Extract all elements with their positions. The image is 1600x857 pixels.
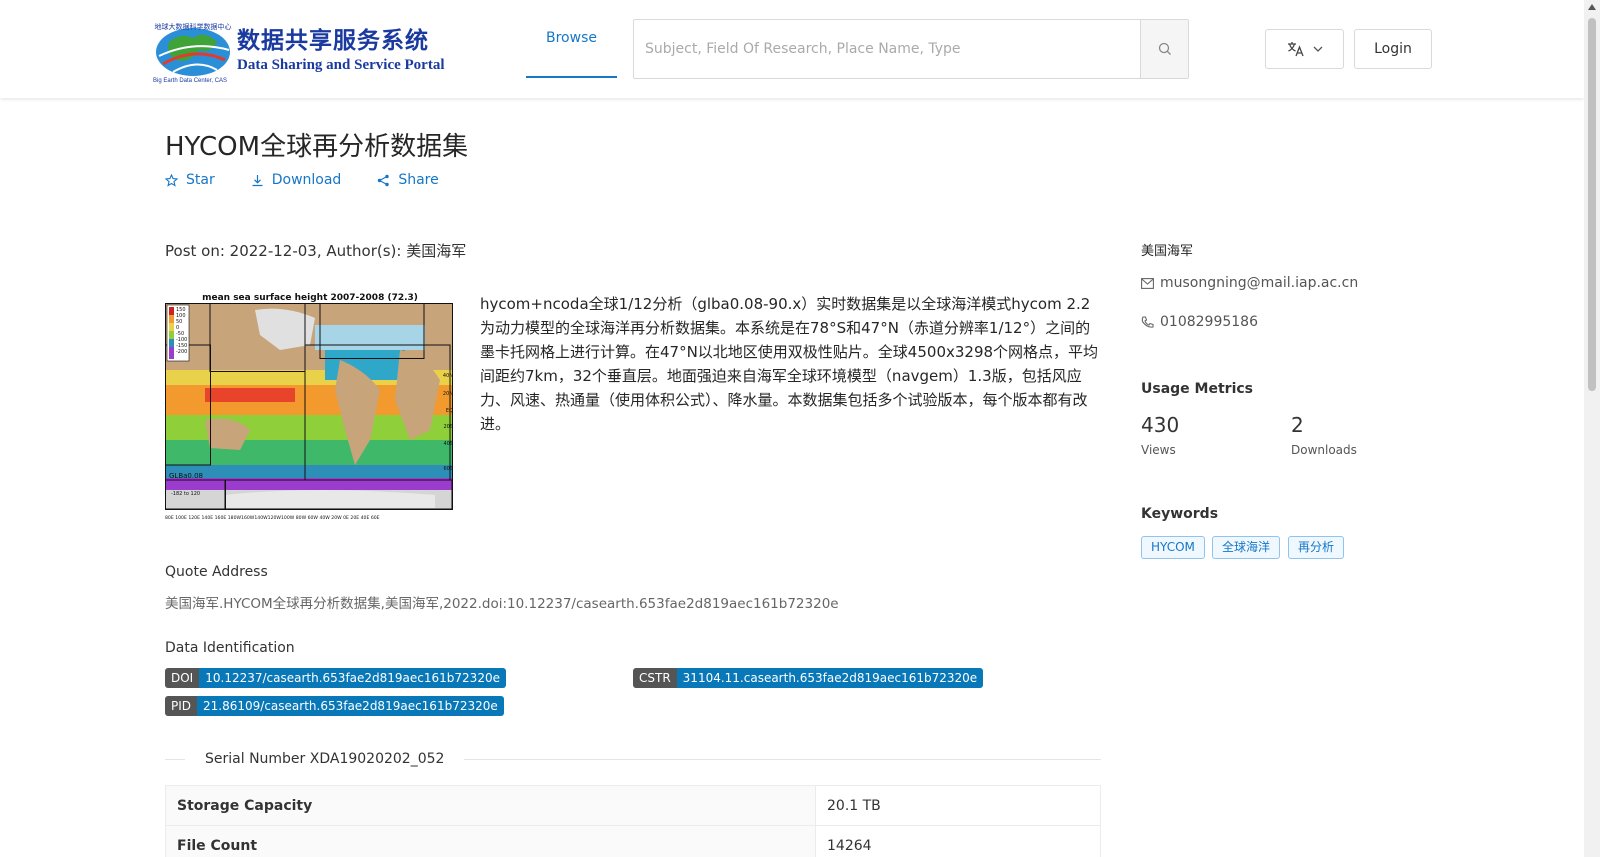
chevron-down-icon xyxy=(1313,46,1322,52)
dataset-actions: Star Download Share xyxy=(165,172,439,188)
serial-number: Serial Number XDA19020202_052 xyxy=(185,751,465,767)
top-header: 地球大数据科学数据中心 Big Earth Data Center, CAS 数… xyxy=(0,0,1584,98)
vertical-scrollbar[interactable] xyxy=(1584,0,1600,857)
nav-browse-tab[interactable]: Browse xyxy=(526,0,617,78)
phone-icon xyxy=(1141,315,1154,328)
globe-logo-icon: 地球大数据科学数据中心 Big Earth Data Center, CAS xyxy=(153,20,233,84)
doi-key: DOI xyxy=(165,668,200,688)
usage-metrics-heading: Usage Metrics xyxy=(1141,381,1253,397)
cstr-key: CSTR xyxy=(633,668,677,688)
share-button[interactable]: Share xyxy=(377,172,439,188)
search-bar xyxy=(633,19,1189,79)
map-lat-tick: 20S xyxy=(443,424,453,430)
map-lon-ticks: 80E 100E 120E 140E 160E 180W160W140W120W… xyxy=(165,515,380,521)
downloads-count: 2 xyxy=(1291,413,1304,437)
table-row: Storage Capacity 20.1 TB xyxy=(165,785,1101,826)
star-button[interactable]: Star xyxy=(165,172,215,188)
logo-small-caption: Big Earth Data Center, CAS xyxy=(153,78,228,84)
pid-key: PID xyxy=(165,696,198,716)
search-input[interactable] xyxy=(634,20,1140,78)
keywords-heading: Keywords xyxy=(1141,506,1219,522)
logo-title-en: Data Sharing and Service Portal xyxy=(237,57,445,73)
keyword-tag[interactable]: 再分析 xyxy=(1288,536,1345,559)
language-switcher[interactable] xyxy=(1265,29,1344,69)
identification-label: Data Identification xyxy=(165,640,295,656)
contact-name: 美国海军 xyxy=(1141,244,1194,259)
download-icon xyxy=(252,174,263,186)
map-legend-tick: -200 xyxy=(176,349,187,355)
dataset-title: HYCOM全球再分析数据集 xyxy=(165,132,469,162)
map-lat-tick: 60S xyxy=(443,466,453,472)
mail-icon xyxy=(1141,277,1154,289)
scroll-thumb[interactable] xyxy=(1588,18,1596,391)
quote-text: 美国海军.HYCOM全球再分析数据集,美国海军,2022.doi:10.1223… xyxy=(165,596,839,612)
email-text: musongning@mail.iap.ac.cn xyxy=(1160,275,1359,291)
phone-text: 01082995186 xyxy=(1160,314,1258,330)
search-icon xyxy=(1158,42,1171,55)
views-count: 430 xyxy=(1141,413,1180,437)
contact-email[interactable]: musongning@mail.iap.ac.cn xyxy=(1141,275,1358,291)
pid-value: 21.86109/casearth.653fae2d819aec161b7232… xyxy=(197,696,504,716)
keyword-tag[interactable]: 全球海洋 xyxy=(1212,536,1281,559)
download-button[interactable]: Download xyxy=(251,172,342,188)
pid-badge[interactable]: PID 21.86109/casearth.653fae2d819aec161b… xyxy=(165,696,504,716)
table-key: Storage Capacity xyxy=(165,785,816,826)
login-button[interactable]: Login xyxy=(1354,29,1432,69)
map-label: -182 to 120 xyxy=(171,491,200,497)
doi-value: 10.12237/casearth.653fae2d819aec161b7232… xyxy=(199,668,506,688)
share-icon xyxy=(378,174,390,186)
scroll-up-arrow-icon[interactable] xyxy=(1588,4,1596,10)
cstr-badge[interactable]: CSTR 31104.11.casearth.653fae2d819aec161… xyxy=(633,668,984,688)
table-value: 14264 xyxy=(815,825,1101,857)
dataset-info-table: Storage Capacity 20.1 TB File Count 1426… xyxy=(165,785,1101,857)
translate-icon xyxy=(1287,42,1304,57)
map-lat-tick: EQ xyxy=(446,408,453,414)
star-icon xyxy=(165,173,178,187)
download-label: Download xyxy=(271,172,342,188)
logo-title-cn: 数据共享服务系统 xyxy=(237,27,429,54)
views-label: Views xyxy=(1141,443,1176,457)
site-logo[interactable]: 地球大数据科学数据中心 Big Earth Data Center, CAS 数… xyxy=(153,20,445,84)
post-info: Post on: 2022-12-03, Author(s): 美国海军 xyxy=(165,242,467,260)
cstr-value: 31104.11.casearth.653fae2d819aec161b7232… xyxy=(676,668,984,688)
table-row: File Count 14264 xyxy=(165,825,1101,857)
map-lat-tick: 40S xyxy=(443,441,453,447)
table-key: File Count xyxy=(165,825,816,857)
map-title: mean sea surface height 2007-2008 (72.3) xyxy=(202,293,418,303)
keyword-tag[interactable]: HYCOM xyxy=(1141,536,1205,559)
map-lat-tick: 20N xyxy=(443,391,453,397)
downloads-label: Downloads xyxy=(1291,443,1357,457)
share-label: Share xyxy=(398,172,439,188)
doi-badge[interactable]: DOI 10.12237/casearth.653fae2d819aec161b… xyxy=(165,668,506,688)
dataset-preview-map: mean sea surface height 2007-2008 (72.3) xyxy=(165,290,456,522)
dataset-description: hycom+ncoda全球1/12分析（glba0.08-90.x）实时数据集是… xyxy=(480,295,1099,433)
contact-phone: 01082995186 xyxy=(1141,314,1258,330)
search-button[interactable] xyxy=(1140,20,1188,78)
map-label: GLBa0.08 xyxy=(169,472,203,480)
quote-label: Quote Address xyxy=(165,564,268,580)
map-lat-tick: 40N xyxy=(443,373,453,379)
star-label: Star xyxy=(186,172,215,188)
table-value: 20.1 TB xyxy=(815,785,1101,826)
globe-caption: 地球大数据科学数据中心 xyxy=(155,22,232,31)
